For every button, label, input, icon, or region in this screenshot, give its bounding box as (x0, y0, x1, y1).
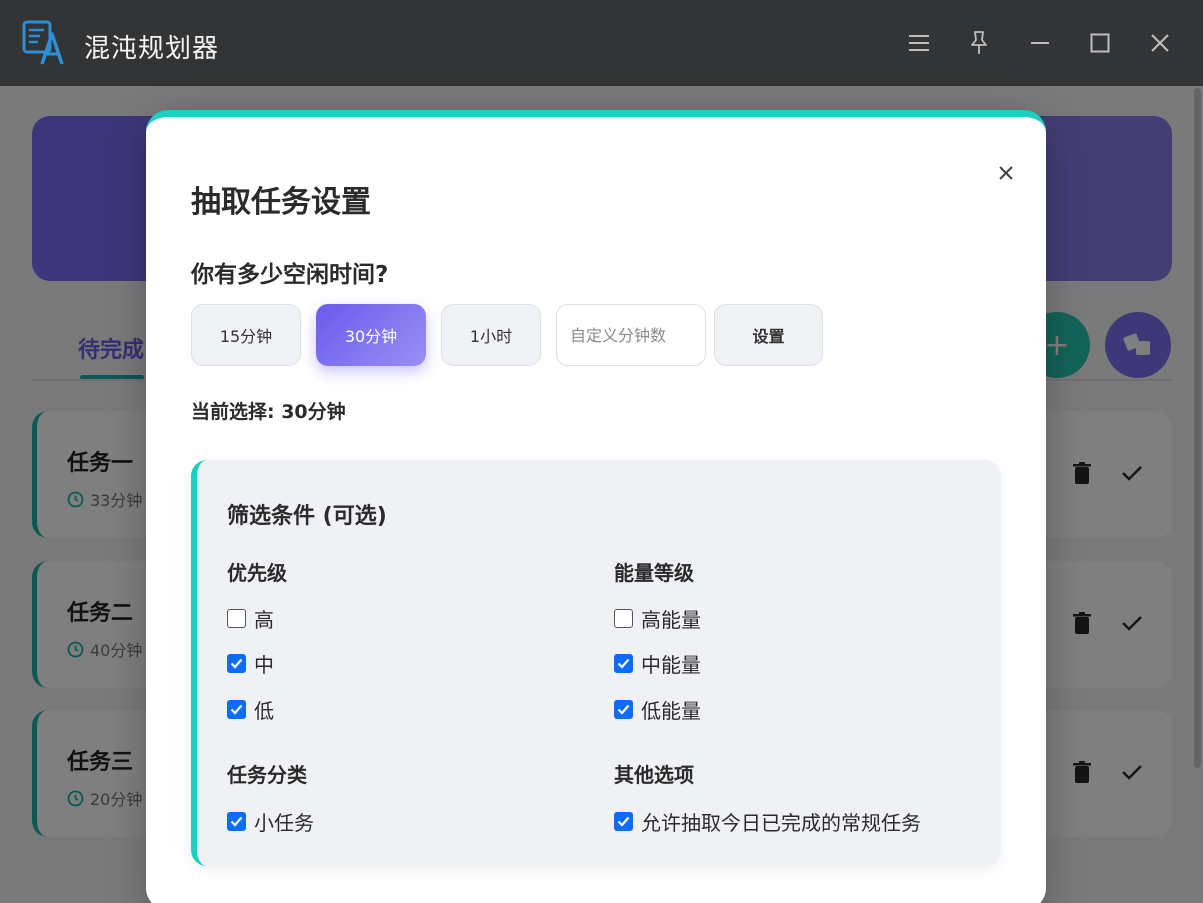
time-option-15min[interactable]: 15分钟 (191, 304, 301, 366)
priority-high-option[interactable]: 高 (227, 604, 274, 633)
checkbox[interactable] (614, 812, 633, 831)
filter-title: 筛选条件 (可选) (227, 504, 387, 529)
energy-group-title: 能量等级 (614, 561, 694, 585)
maximize-button[interactable] (1085, 28, 1115, 58)
close-icon (1151, 34, 1169, 52)
checkbox[interactable] (614, 609, 633, 628)
priority-group-title: 优先级 (227, 561, 287, 585)
pin-icon (971, 31, 987, 54)
option-label: 中 (254, 653, 274, 677)
close-window-button[interactable] (1145, 28, 1175, 58)
menu-button[interactable] (904, 28, 934, 58)
option-label: 高能量 (641, 608, 701, 632)
title-bar: 混沌规划器 (0, 0, 1203, 86)
priority-medium-option[interactable]: 中 (227, 649, 274, 678)
menu-icon (909, 35, 929, 51)
set-custom-time-button[interactable]: 设置 (714, 304, 823, 366)
checkbox[interactable] (227, 609, 246, 628)
checkbox[interactable] (227, 700, 246, 719)
energy-low-option[interactable]: 低能量 (614, 695, 701, 724)
filter-panel: 筛选条件 (可选) 优先级 高 中 低 能量等级 高能量 中能量 低能量 任务分… (191, 460, 1001, 866)
checkbox[interactable] (614, 654, 633, 673)
time-option-1hour[interactable]: 1小时 (441, 304, 541, 366)
energy-medium-option[interactable]: 中能量 (614, 649, 701, 678)
energy-high-option[interactable]: 高能量 (614, 604, 701, 633)
maximize-icon (1090, 33, 1110, 53)
app-title: 混沌规划器 (84, 34, 220, 64)
checkmark-icon (617, 658, 630, 669)
minimize-icon (1031, 42, 1049, 44)
close-icon (999, 166, 1013, 180)
dialog-close-button[interactable] (996, 163, 1016, 183)
checkmark-icon (617, 704, 630, 715)
minimize-button[interactable] (1025, 28, 1055, 58)
checkbox[interactable] (227, 654, 246, 673)
time-option-30min[interactable]: 30分钟 (316, 304, 426, 366)
option-label: 允许抽取今日已完成的常规任务 (641, 811, 921, 835)
option-label: 中能量 (641, 653, 701, 677)
dialog-title: 抽取任务设置 (191, 185, 371, 220)
checkmark-icon (230, 816, 243, 827)
option-label: 高 (254, 608, 274, 632)
current-selection: 当前选择: 30分钟 (191, 401, 346, 423)
app-logo-icon (22, 20, 64, 65)
checkbox[interactable] (614, 700, 633, 719)
checkmark-icon (230, 704, 243, 715)
checkbox[interactable] (227, 812, 246, 831)
other-group-title: 其他选项 (614, 763, 694, 787)
category-small-task-option[interactable]: 小任务 (227, 807, 314, 836)
free-time-question: 你有多少空闲时间? (191, 262, 389, 288)
allow-completed-routine-option[interactable]: 允许抽取今日已完成的常规任务 (614, 807, 921, 836)
custom-minutes-input[interactable] (556, 304, 706, 366)
checkmark-icon (230, 658, 243, 669)
pin-button[interactable] (964, 28, 994, 58)
option-label: 低 (254, 699, 274, 723)
checkmark-icon (617, 816, 630, 827)
category-group-title: 任务分类 (227, 763, 307, 787)
priority-low-option[interactable]: 低 (227, 695, 274, 724)
option-label: 小任务 (254, 811, 314, 835)
option-label: 低能量 (641, 699, 701, 723)
draw-task-settings-dialog: 抽取任务设置 你有多少空闲时间? 15分钟 30分钟 1小时 设置 当前选择: … (146, 110, 1046, 903)
